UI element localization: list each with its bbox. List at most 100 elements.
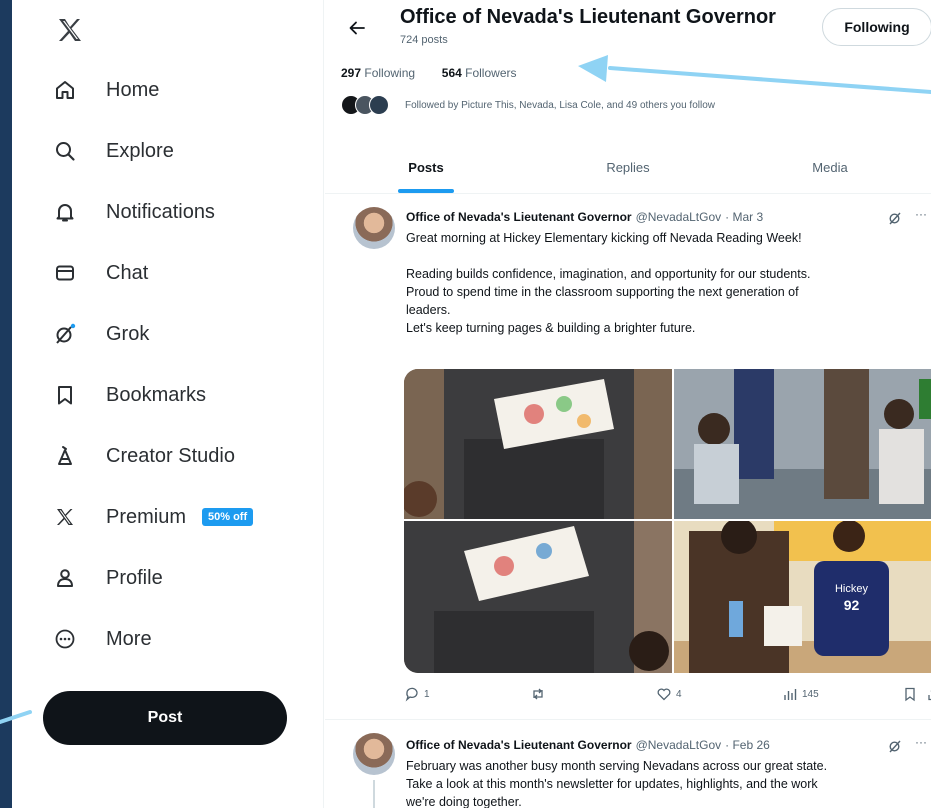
person-icon (52, 565, 78, 591)
views-count: 145 (802, 688, 819, 700)
like-button[interactable]: 4 (656, 686, 682, 702)
post-count: 724 posts (400, 34, 448, 46)
grok-icon (52, 321, 78, 347)
following-count: 297 (341, 66, 362, 80)
nav-item-premium[interactable]: Premium 50% off (52, 497, 254, 537)
tab-posts[interactable]: Posts (325, 142, 527, 193)
reply-count: 1 (424, 688, 430, 700)
following-button[interactable]: Following (822, 8, 931, 46)
follow-counts: 297 Following 564 Followers (341, 66, 517, 80)
repost-button[interactable] (530, 686, 550, 702)
creator-studio-icon (52, 443, 78, 469)
nav-label-home: Home (106, 78, 160, 101)
heart-icon (657, 688, 671, 701)
more-circle-icon (52, 626, 78, 652)
more-options-icon[interactable]: ··· (915, 207, 927, 221)
tweet-line: Let's keep turning pages & building a br… (406, 321, 696, 335)
grok-icon[interactable] (887, 738, 903, 754)
tweet-handle[interactable]: @NevadaLtGov (636, 210, 722, 224)
photo-classroom[interactable] (674, 369, 931, 519)
tweet-line: leaders. (406, 303, 451, 317)
nav-label-notifications: Notifications (106, 200, 215, 223)
like-count: 4 (676, 688, 682, 700)
followers-count: 564 (441, 66, 462, 80)
nav-label-more: More (106, 627, 152, 650)
divider (325, 719, 931, 720)
tweet-author-name[interactable]: Office of Nevada's Lieutenant Governor (406, 738, 632, 752)
tab-media[interactable]: Media (729, 142, 931, 193)
tab-replies[interactable]: Replies (527, 142, 729, 193)
nav-label-creator-studio: Creator Studio (106, 444, 235, 467)
tweet-line: Proud to spend time in the classroom sup… (406, 285, 799, 299)
tweet-line: Great morning at Hickey Elementary kicki… (406, 231, 802, 245)
repost-icon (533, 688, 543, 700)
tweet-date[interactable]: · Feb 26 (725, 738, 770, 752)
nav-label-chat: Chat (106, 261, 149, 284)
reply-icon (405, 687, 418, 702)
nav-label-bookmarks: Bookmarks (106, 383, 207, 406)
nav-item-explore[interactable]: Explore (52, 131, 174, 171)
tweet-line: February was another busy month serving … (406, 759, 828, 773)
tweet-author-name[interactable]: Office of Nevada's Lieutenant Governor (406, 210, 632, 224)
tweet-header: Office of Nevada's Lieutenant Governor @N… (406, 738, 770, 752)
tweet-actions: 1 4 145 (404, 686, 931, 706)
app-window: Home Explore Notifications Chat Grok Boo… (12, 0, 931, 808)
nav-item-home[interactable]: Home (52, 70, 159, 110)
tweet-line: Take a look at this month's newsletter f… (406, 777, 818, 791)
analytics-icon (784, 689, 797, 700)
tweet-handle[interactable]: @NevadaLtGov (636, 738, 722, 752)
nav-item-profile[interactable]: Profile (52, 558, 163, 598)
followed-by-avatars (341, 95, 389, 115)
nav-label-explore: Explore (106, 139, 174, 162)
jersey-text: Hickey (834, 583, 868, 595)
following-label: Following (364, 66, 416, 80)
followed-by-row[interactable]: Followed by Picture This, Nevada, Lisa C… (341, 95, 715, 115)
followers-label: Followers (465, 66, 517, 80)
x-premium-icon (52, 504, 78, 530)
search-icon (52, 138, 78, 164)
mail-icon (52, 260, 78, 286)
tweet-line: we're doing together. (406, 795, 522, 808)
nav-label-grok: Grok (106, 322, 150, 345)
following-link[interactable]: 297 Following (341, 66, 415, 80)
nav-item-notifications[interactable]: Notifications (52, 192, 215, 232)
bookmark-button[interactable] (902, 686, 918, 702)
tweet-line: Reading builds confidence, imagination, … (406, 267, 811, 281)
profile-name: Office of Nevada's Lieutenant Governor (400, 6, 776, 28)
thread-line (373, 780, 375, 808)
bookmark-icon (905, 687, 915, 702)
nav-item-creator-studio[interactable]: Creator Studio (52, 436, 235, 476)
premium-discount-badge: 50% off (202, 508, 254, 526)
sidebar: Home Explore Notifications Chat Grok Boo… (12, 0, 324, 808)
tweet-date[interactable]: · Mar 3 (725, 210, 763, 224)
avatar[interactable] (353, 733, 395, 775)
share-icon (928, 690, 931, 701)
post-button[interactable]: Post (43, 691, 287, 745)
photo-reading-book[interactable] (404, 369, 672, 519)
more-options-icon[interactable]: ··· (915, 735, 927, 749)
avatar[interactable] (353, 207, 395, 249)
tweet-header: Office of Nevada's Lieutenant Governor @N… (406, 210, 763, 224)
reply-button[interactable]: 1 (404, 686, 430, 702)
followers-link[interactable]: 564 Followers (442, 66, 517, 80)
tweet-text: Great morning at Hickey Elementary kicki… (406, 229, 931, 337)
nav-item-more[interactable]: More (52, 619, 152, 659)
bookmark-icon (52, 382, 78, 408)
tweet-media-grid[interactable]: Hickey 92 (404, 369, 931, 673)
x-logo-icon[interactable] (52, 12, 88, 48)
tweet-text: February was another busy month serving … (406, 757, 931, 808)
nav-item-chat[interactable]: Chat (52, 253, 148, 293)
profile-tabs: Posts Replies Media (325, 142, 931, 194)
photo-student-jersey[interactable]: Hickey 92 (674, 521, 931, 673)
share-button[interactable] (926, 686, 931, 702)
views-button[interactable]: 145 (782, 686, 819, 702)
nav-item-bookmarks[interactable]: Bookmarks (52, 375, 206, 415)
avatar (369, 95, 389, 115)
grok-icon[interactable] (887, 210, 903, 226)
bell-icon (52, 199, 78, 225)
nav-item-grok[interactable]: Grok (52, 314, 149, 354)
back-arrow-icon[interactable] (347, 18, 367, 38)
nav-label-premium: Premium (106, 505, 187, 528)
photo-reading-book[interactable] (404, 521, 672, 673)
home-icon (52, 77, 78, 103)
